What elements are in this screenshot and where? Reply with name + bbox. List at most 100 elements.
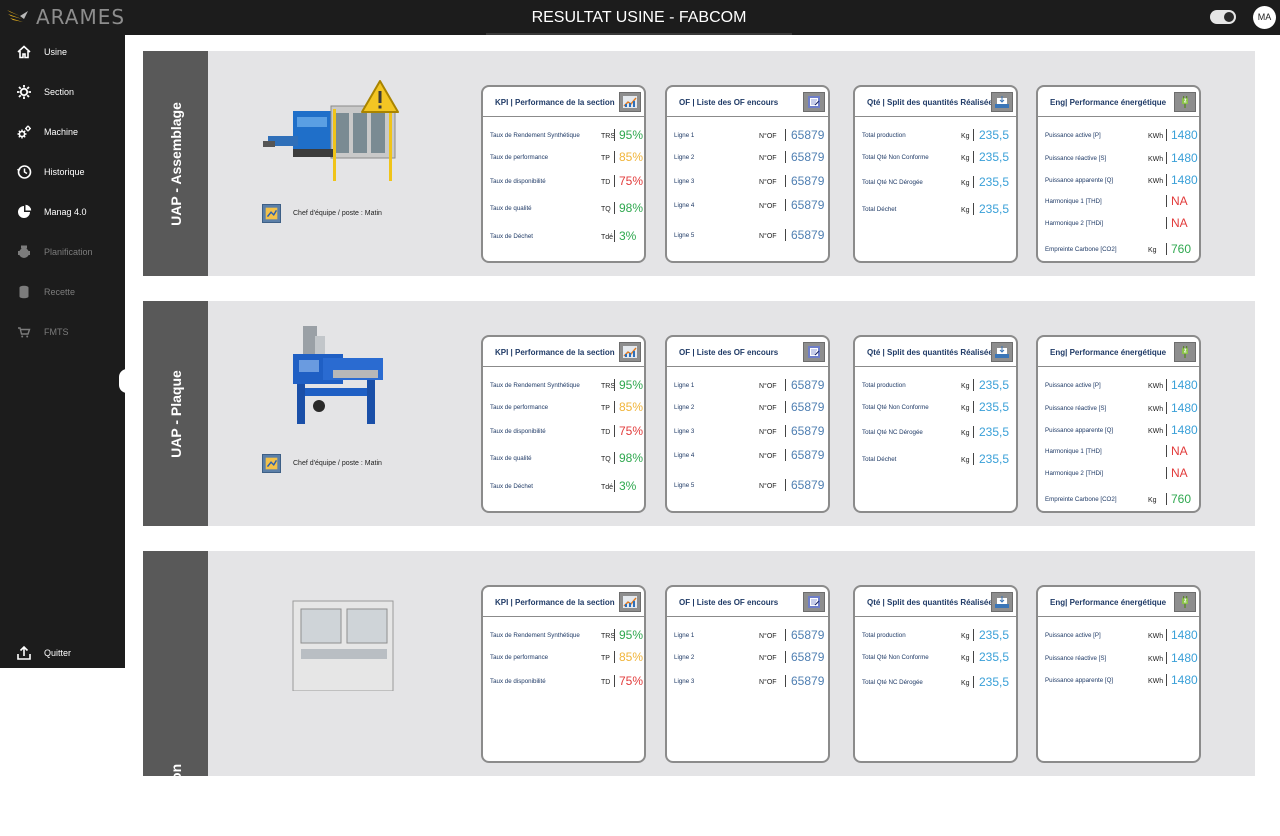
metric-unit: Kg	[961, 633, 970, 640]
metric-unit: KWh	[1148, 133, 1164, 140]
metric-label: Total Qté Non Conforme	[862, 654, 929, 661]
sidebar-item-fmts[interactable]: FMTS	[0, 317, 125, 347]
of-card[interactable]: OF | Liste des OF encours Ligne 1 N°OF 6587…	[665, 85, 830, 263]
warning-icon[interactable]	[360, 79, 400, 115]
avatar[interactable]: MA	[1253, 6, 1276, 29]
qte-card[interactable]: Qté | Split des quantités Réalisées Total…	[853, 85, 1018, 263]
sidebar-item-label: Planification	[44, 247, 93, 257]
metric-row: Total Qté Non Conforme Kg 235,5	[855, 399, 1016, 417]
qte-card[interactable]: Qté | Split des quantités Réalisées Total…	[853, 335, 1018, 513]
eng-card[interactable]: Eng| Performance énergétique Puissance ac…	[1036, 85, 1201, 263]
card-title: Qté | Split des quantités Réalisées	[867, 348, 998, 357]
metric-label: Total production	[862, 382, 906, 389]
metric-row: Puissance active [P] KWh 1480	[1038, 627, 1199, 645]
qte-badge-icon	[991, 92, 1013, 112]
team-lead-text: Chef d'équipe / poste : Matin	[293, 210, 382, 217]
metric-separator	[785, 629, 786, 641]
metric-separator	[973, 129, 974, 141]
metric-row: Ligne 1 N°OF 65879	[667, 377, 828, 395]
metric-label: Ligne 4	[674, 202, 695, 209]
section-panel: UAP - Plaque Chef d'équipe / poste : Mati…	[143, 301, 1255, 526]
metric-separator	[1166, 424, 1167, 436]
metric-label: Taux de disponibilité	[490, 178, 546, 185]
metric-label: Taux de disponibilité	[490, 428, 546, 435]
metric-row: Ligne 1 N°OF 65879	[667, 627, 828, 645]
sidebar-item-historique[interactable]: Historique	[0, 157, 125, 187]
metric-value: 235,5	[979, 378, 1010, 392]
metric-value: 65879	[791, 228, 825, 242]
team-lead-icon[interactable]	[262, 454, 281, 473]
sidebar-item-manag-4-0[interactable]: Manag 4.0	[0, 197, 125, 227]
metric-value: 65879	[791, 478, 825, 492]
metric-label: Total Qté Non Conforme	[862, 404, 929, 411]
sidebar-item-recette[interactable]: Recette	[0, 277, 125, 307]
metric-label: Ligne 1	[674, 382, 695, 389]
metric-unit: Kg	[961, 180, 970, 187]
metric-value: 1480	[1171, 128, 1198, 142]
metric-unit: Kg	[961, 207, 970, 214]
metric-unit: N°OF	[759, 679, 777, 686]
sidebar-item-planification[interactable]: Planification	[0, 237, 125, 267]
metric-separator	[614, 175, 615, 187]
of-card[interactable]: OF | Liste des OF encours Ligne 1 N°OF 6587…	[665, 335, 830, 513]
section-name-bar[interactable]: rge finition	[143, 551, 208, 836]
metric-label: Total Déchet	[862, 456, 897, 463]
sidebar-item-section[interactable]: Section	[0, 77, 125, 107]
metric-separator	[973, 379, 974, 391]
metric-value: 1480	[1171, 173, 1198, 187]
section-name: UAP - Plaque	[167, 369, 184, 458]
section-name-bar[interactable]: UAP - Plaque	[143, 301, 208, 526]
metric-separator	[614, 425, 615, 437]
team-lead-icon[interactable]	[262, 204, 281, 223]
metric-label: Puissance active [P]	[1045, 632, 1101, 639]
section-name-bar[interactable]: UAP - Assemblage	[143, 51, 208, 276]
quit-button[interactable]: Quitter	[0, 638, 125, 668]
metric-row: Ligne 3 N°OF 65879	[667, 423, 828, 441]
metric-separator	[973, 203, 974, 215]
of-card[interactable]: OF | Liste des OF encours Ligne 1 N°OF 6587…	[665, 585, 830, 763]
sidebar-item-label: Recette	[44, 287, 76, 297]
qte-badge-icon	[991, 592, 1013, 612]
metric-separator	[973, 426, 974, 438]
metric-label: Harmonique 1 [THD]	[1045, 448, 1102, 455]
metric-label: Puissance active [P]	[1045, 382, 1101, 389]
metric-row: Total Déchet Kg 235,5	[855, 201, 1016, 219]
metric-unit: Kg	[1148, 247, 1157, 254]
eng-card[interactable]: Eng| Performance énergétique Puissance ac…	[1036, 335, 1201, 513]
metric-label: Total Qté NC Dérogée	[862, 179, 923, 186]
app-logo[interactable]: ARAMES	[6, 5, 125, 29]
sidebar-item-machine[interactable]: Machine	[0, 117, 125, 147]
database-icon	[19, 285, 29, 299]
machine-photo	[293, 326, 383, 424]
metric-value: 65879	[791, 424, 825, 438]
metric-row: Puissance réactive [S] KWh 1480	[1038, 400, 1199, 418]
main-content: UAP - Assemblage Chef d'équipe / poste : …	[125, 35, 1280, 836]
kpi-card[interactable]: KPI | Performance de la section Taux de R…	[481, 585, 646, 763]
metric-label: Harmonique 2 [THDi]	[1045, 470, 1104, 477]
metric-row: Taux de Rendement Synthétique TRS 95%	[483, 377, 644, 395]
sidebar-item-label: Historique	[44, 167, 85, 177]
metric-value: 65879	[791, 378, 825, 392]
metric-row: Puissance apparente [Q] KWh 1480	[1038, 672, 1199, 690]
metric-unit: N°OF	[759, 655, 777, 662]
top-bar: ARAMES RESULTAT USINE - FABCOM MA	[0, 0, 1280, 35]
metric-label: Ligne 4	[674, 452, 695, 459]
qte-card[interactable]: Qté | Split des quantités Réalisées Total…	[853, 585, 1018, 763]
metric-row: Puissance active [P] KWh 1480	[1038, 127, 1199, 145]
metric-value: NA	[1171, 466, 1188, 480]
metric-label: Taux de Déchet	[490, 233, 533, 240]
eng-card[interactable]: Eng| Performance énergétique Puissance ac…	[1036, 585, 1201, 763]
kpi-card[interactable]: KPI | Performance de la section Taux de R…	[481, 85, 646, 263]
metric-separator	[785, 449, 786, 461]
kpi-card[interactable]: KPI | Performance de la section Taux de R…	[481, 335, 646, 513]
metric-row: Taux de Rendement Synthétique TRS 95%	[483, 127, 644, 145]
metric-separator	[614, 230, 615, 242]
metric-value: 1480	[1171, 423, 1198, 437]
metric-row: Taux de qualité TQ 98%	[483, 200, 644, 218]
card-title: Eng| Performance énergétique	[1050, 348, 1167, 357]
metric-label: Total Qté NC Dérogée	[862, 429, 923, 436]
metric-separator	[785, 199, 786, 211]
sidebar-item-usine[interactable]: Usine	[0, 37, 125, 67]
theme-toggle[interactable]	[1210, 10, 1236, 24]
metric-separator	[1166, 152, 1167, 164]
